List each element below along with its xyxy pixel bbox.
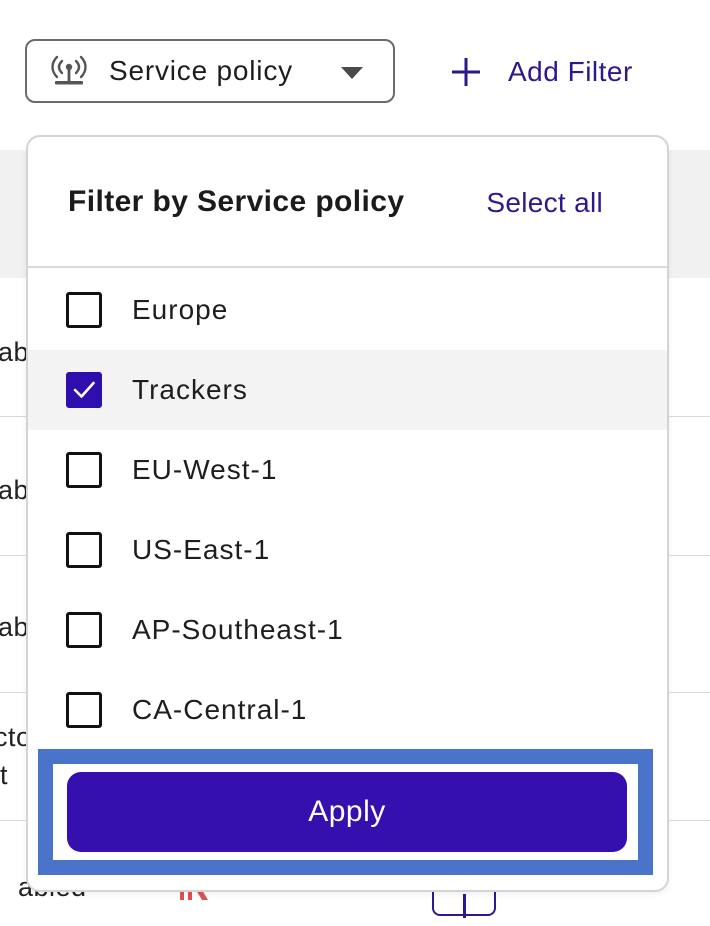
table-cell-fragment: ab — [0, 337, 30, 367]
checkbox[interactable] — [66, 532, 102, 568]
service-policy-select-label: Service policy — [109, 55, 293, 86]
policy-option-us-east-1[interactable]: US-East-1 — [28, 510, 667, 590]
dropdown-header: Filter by Service policy Select all — [28, 137, 667, 268]
select-all-link[interactable]: Select all — [486, 187, 603, 219]
table-cell-fragment: t — [0, 760, 9, 790]
antenna-icon — [51, 55, 87, 85]
chevron-down-icon — [341, 67, 363, 79]
dropdown-title: Filter by Service policy — [68, 185, 405, 218]
table-cell-fragment: ab — [0, 612, 30, 642]
policy-option-ap-southeast-1[interactable]: AP-Southeast-1 — [28, 590, 667, 670]
apply-button[interactable]: Apply — [67, 772, 627, 852]
checkbox[interactable] — [66, 692, 102, 728]
checkbox[interactable] — [66, 292, 102, 328]
policy-option-list: Europe Trackers EU-West-1 US-East-1 AP-S… — [28, 270, 667, 750]
policy-option-label: AP-Southeast-1 — [132, 614, 344, 645]
policy-option-ca-central-1[interactable]: CA-Central-1 — [28, 670, 667, 750]
policy-option-label: EU-West-1 — [132, 454, 278, 485]
page: ab ab ab cto t abled Service policy — [0, 0, 710, 926]
checkbox[interactable] — [66, 452, 102, 488]
add-filter-label: Add Filter — [508, 56, 633, 87]
policy-option-label: Trackers — [132, 374, 248, 405]
plus-icon — [452, 58, 480, 86]
table-cell-fragment: ab — [0, 475, 30, 505]
policy-option-label: US-East-1 — [132, 534, 271, 565]
service-policy-select[interactable]: Service policy — [25, 39, 395, 103]
policy-option-trackers[interactable]: Trackers — [28, 350, 667, 430]
checkbox-checked[interactable] — [66, 372, 102, 408]
service-policy-filter-dropdown: Filter by Service policy Select all Euro… — [26, 135, 669, 892]
policy-option-eu-west-1[interactable]: EU-West-1 — [28, 430, 667, 510]
policy-option-europe[interactable]: Europe — [28, 270, 667, 350]
checkbox[interactable] — [66, 612, 102, 648]
apply-footer: Apply — [38, 749, 653, 875]
policy-option-label: Europe — [132, 294, 229, 325]
add-filter-button[interactable]: Add Filter — [448, 52, 633, 92]
checkmark-icon — [73, 381, 95, 398]
policy-option-label: CA-Central-1 — [132, 694, 308, 725]
